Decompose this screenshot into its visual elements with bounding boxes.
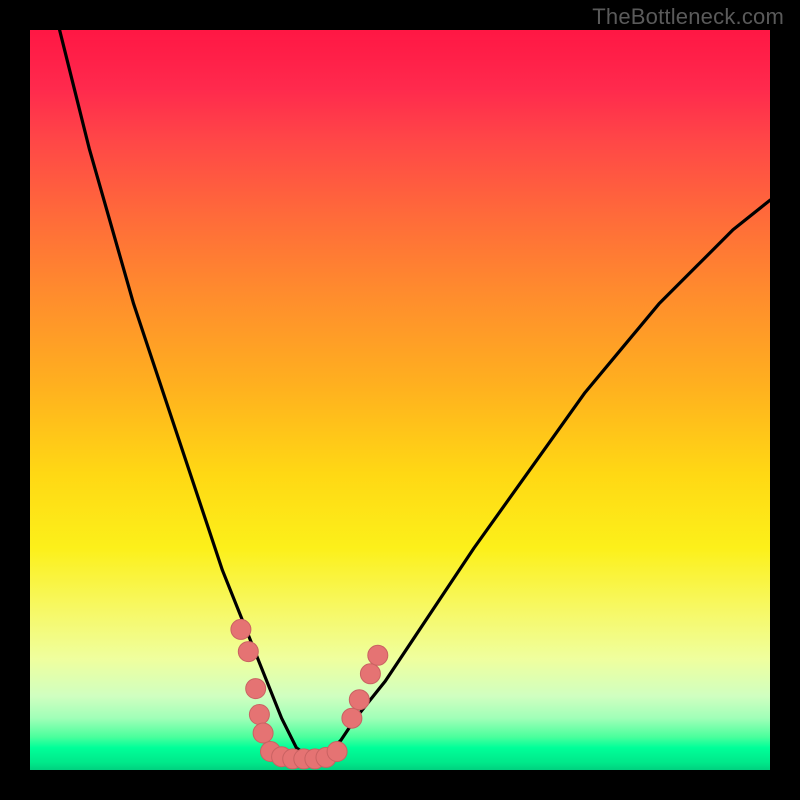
chart-svg	[30, 30, 770, 770]
bottleneck-curve	[60, 30, 770, 759]
plot-area	[30, 30, 770, 770]
chart-frame: TheBottleneck.com	[0, 0, 800, 800]
marker-group	[231, 619, 388, 769]
curve-marker	[349, 690, 369, 710]
curve-marker	[327, 742, 347, 762]
curve-marker	[360, 664, 380, 684]
watermark-text: TheBottleneck.com	[592, 4, 784, 30]
curve-marker	[342, 708, 362, 728]
curve-marker	[246, 679, 266, 699]
curve-marker	[231, 619, 251, 639]
curve-marker	[249, 705, 269, 725]
curve-marker	[368, 645, 388, 665]
curve-marker	[253, 723, 273, 743]
curve-marker	[238, 642, 258, 662]
